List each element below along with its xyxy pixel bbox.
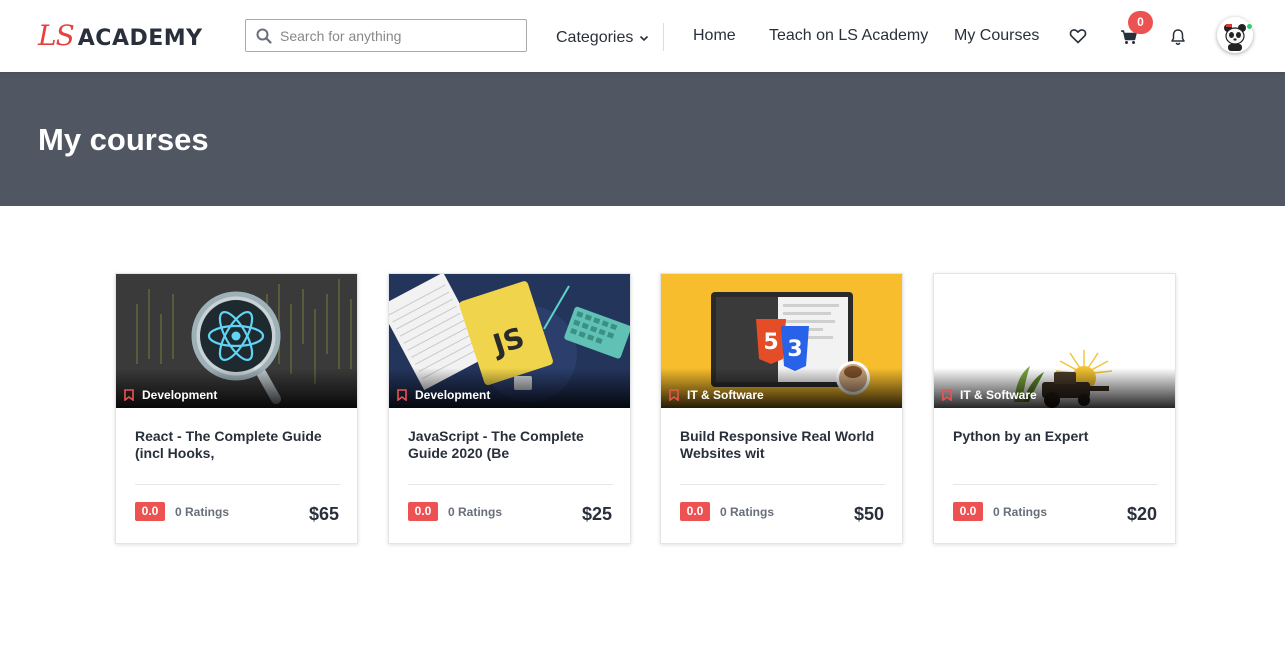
nav-teach[interactable]: Teach on LS Academy: [769, 26, 928, 46]
rating-badge: 0.0: [953, 502, 983, 521]
page-title: My courses: [38, 122, 209, 157]
nav-divider: [663, 23, 664, 51]
course-price: $50: [853, 504, 884, 524]
course-price: $20: [1126, 504, 1157, 524]
chevron-down-icon: [640, 35, 649, 42]
course-price: $65: [308, 504, 339, 524]
course-title[interactable]: React - The Complete Guide (incl Hooks,: [135, 428, 340, 468]
ratings-count: 0 Ratings: [448, 505, 503, 519]
rating-badge: 0.0: [680, 502, 710, 521]
course-card[interactable]: JS Development JavaScript - The Complete…: [388, 273, 631, 544]
card-divider: [680, 484, 885, 485]
nav-home[interactable]: Home: [693, 26, 736, 46]
course-thumbnail[interactable]: IT & Software: [934, 274, 1175, 408]
logo-academy: ACADEMY: [77, 26, 203, 51]
rating-badge: 0.0: [135, 502, 165, 521]
course-card[interactable]: IT & Software Python by an Expert 0.0 0 …: [933, 273, 1176, 544]
nav-my-courses[interactable]: My Courses: [954, 26, 1039, 46]
course-thumbnail[interactable]: 5 3 IT & Software: [661, 274, 902, 408]
svg-text:5: 5: [763, 330, 778, 355]
search-box[interactable]: [245, 19, 527, 52]
card-divider: [953, 484, 1158, 485]
course-category-label: Development: [415, 388, 491, 402]
svg-text:3: 3: [787, 337, 802, 362]
card-divider: [408, 484, 613, 485]
online-status-dot: [1246, 23, 1253, 30]
ratings-count: 0 Ratings: [175, 505, 230, 519]
course-category[interactable]: Development: [397, 388, 490, 402]
course-thumbnail[interactable]: Development: [116, 274, 357, 408]
categories-dropdown[interactable]: Categories: [556, 28, 649, 48]
ratings-count: 0 Ratings: [993, 505, 1048, 519]
logo[interactable]: LS ACADEMY: [38, 19, 203, 52]
bell-icon[interactable]: [1168, 27, 1188, 47]
course-category-label: Development: [142, 388, 218, 402]
categories-label: Categories: [556, 29, 634, 46]
course-category-label: IT & Software: [687, 388, 764, 402]
bookmark-icon: [397, 389, 407, 401]
course-title[interactable]: Python by an Expert: [953, 428, 1158, 468]
bookmark-icon: [942, 389, 952, 401]
course-card[interactable]: Development React - The Complete Guide (…: [115, 273, 358, 544]
heart-icon[interactable]: [1068, 26, 1088, 46]
course-category[interactable]: Development: [124, 388, 217, 402]
search-input[interactable]: [280, 27, 510, 44]
course-title[interactable]: Build Responsive Real World Websites wit: [680, 428, 885, 468]
bookmark-icon: [669, 389, 679, 401]
ratings-count: 0 Ratings: [720, 505, 775, 519]
course-thumbnail[interactable]: JS Development: [389, 274, 630, 408]
course-price: $25: [581, 504, 612, 524]
course-card[interactable]: 5 3 IT & Software Build Responsive Real …: [660, 273, 903, 544]
card-divider: [135, 484, 340, 485]
course-title[interactable]: JavaScript - The Complete Guide 2020 (Be: [408, 428, 613, 468]
page-banner: My courses: [0, 72, 1285, 206]
course-category[interactable]: IT & Software: [669, 388, 764, 402]
course-category-label: IT & Software: [960, 388, 1037, 402]
bookmark-icon: [124, 389, 134, 401]
logo-ls: LS: [38, 19, 75, 52]
search-icon[interactable]: [256, 28, 272, 44]
top-header: LS ACADEMY Categories Home Teach on LS A…: [0, 0, 1285, 72]
rating-badge: 0.0: [408, 502, 438, 521]
course-category[interactable]: IT & Software: [942, 388, 1037, 402]
cart-count-badge: 0: [1128, 11, 1153, 34]
